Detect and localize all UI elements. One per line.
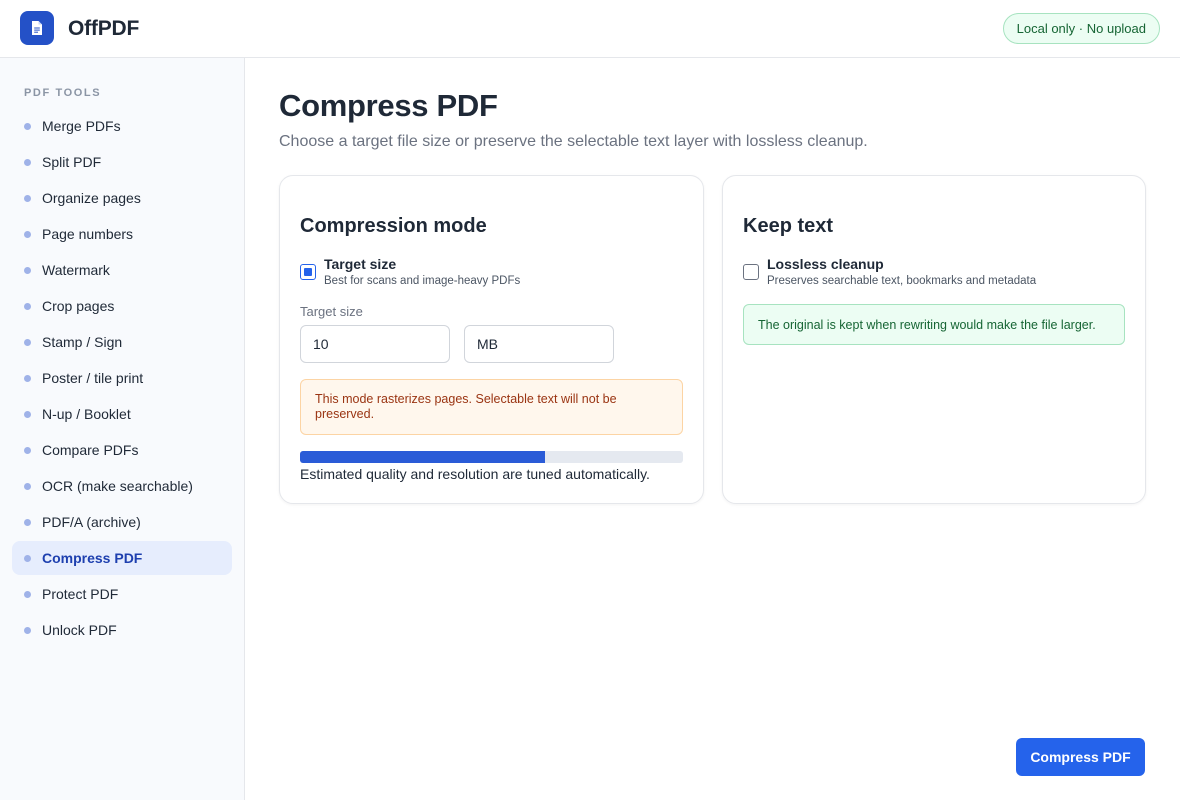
bullet-dot-icon [24, 482, 31, 490]
bullet-dot-icon [24, 338, 31, 346]
sidebar-item-merge-pdfs[interactable]: Merge PDFs [12, 109, 232, 143]
app-logo[interactable] [20, 11, 54, 45]
sidebar-item-label: Watermark [42, 262, 110, 278]
bullet-dot-icon [24, 266, 31, 274]
page-title: Compress PDF [279, 88, 498, 123]
sidebar-item-watermark[interactable]: Watermark [12, 253, 232, 287]
sidebar-item-ocr-make-searchable[interactable]: OCR (make searchable) [12, 469, 232, 503]
compression-mode-title: Compression mode [300, 215, 487, 237]
bullet-dot-icon [24, 302, 31, 310]
target-size-option-desc: Best for scans and image-heavy PDFs [324, 275, 521, 287]
sidebar-item-pdf-a-archive[interactable]: PDF/A (archive) [12, 505, 232, 539]
sidebar-item-crop-pages[interactable]: Crop pages [12, 289, 232, 323]
document-icon [32, 21, 42, 35]
bullet-dot-icon [24, 194, 31, 202]
bullet-dot-icon [24, 446, 31, 454]
target-size-option[interactable]: Target size Best for scans and image-hea… [300, 256, 520, 287]
keep-text-title: Keep text [743, 215, 834, 237]
sidebar-item-stamp-sign[interactable]: Stamp / Sign [12, 325, 232, 359]
target-size-label: Target size [300, 304, 363, 319]
sidebar-item-label: Compress PDF [42, 550, 143, 566]
page-subtitle: Choose a target file size or preserve th… [279, 133, 868, 150]
sidebar-item-split-pdf[interactable]: Split PDF [12, 145, 232, 179]
size-unit-select[interactable] [464, 325, 614, 363]
sidebar-item-label: Page numbers [42, 226, 134, 242]
lossless-cleanup-option-title: Lossless cleanup [767, 256, 884, 272]
lossless-cleanup-checkbox[interactable] [743, 264, 759, 280]
sidebar: PDF TOOLS Merge PDFs Split PDF Organize pa… [0, 58, 245, 800]
sidebar-nav: Merge PDFs Split PDF Organize pages Page nu… [12, 109, 232, 649]
sidebar-item-compress-pdf[interactable]: Compress PDF [12, 541, 232, 575]
bullet-dot-icon [24, 626, 31, 634]
sidebar-item-protect-pdf[interactable]: Protect PDF [12, 577, 232, 611]
sidebar-item-label: Stamp / Sign [42, 334, 123, 350]
bullet-dot-icon [24, 518, 31, 526]
sidebar-item-poster-tile-print[interactable]: Poster / tile print [12, 361, 232, 395]
sidebar-item-label: Merge PDFs [42, 118, 121, 134]
bullet-dot-icon [24, 374, 31, 382]
bullet-dot-icon [24, 122, 31, 130]
sidebar-item-label: Crop pages [42, 298, 115, 314]
keep-text-card: Keep text Lossless cleanup Preserves sea… [722, 175, 1146, 504]
main-content: Compress PDF Choose a target file size o… [245, 58, 1180, 800]
compression-mode-card: Compression mode Target size Best for sc… [279, 175, 704, 504]
estimate-note: Estimated quality and resolution are tun… [300, 466, 650, 482]
sidebar-item-label: Compare PDFs [42, 442, 139, 458]
bullet-dot-icon [24, 590, 31, 598]
bullet-dot-icon [24, 410, 31, 418]
sidebar-item-label: Poster / tile print [42, 370, 144, 386]
target-size-input[interactable] [300, 325, 450, 363]
bullet-dot-icon [24, 230, 31, 238]
sidebar-item-label: OCR (make searchable) [42, 478, 193, 494]
sidebar-heading: PDF TOOLS [24, 87, 102, 99]
original-kept-info: The original is kept when rewriting woul… [743, 304, 1125, 345]
sidebar-item-label: Protect PDF [42, 586, 119, 602]
sidebar-item-unlock-pdf[interactable]: Unlock PDF [12, 613, 232, 647]
local-only-badge: Local only · No upload [1002, 13, 1160, 44]
target-size-option-title: Target size [324, 256, 397, 272]
app-header: OffPDF Local only · No upload [0, 0, 1180, 58]
bullet-dot-icon [24, 554, 31, 562]
sidebar-item-label: Unlock PDF [42, 622, 117, 638]
estimate-progress-fill [300, 451, 546, 463]
sidebar-item-page-numbers[interactable]: Page numbers [12, 217, 232, 251]
estimate-progress-bar [300, 451, 683, 463]
compress-pdf-button[interactable]: Compress PDF [1016, 738, 1145, 776]
sidebar-item-n-up-booklet[interactable]: N-up / Booklet [12, 397, 232, 431]
bullet-dot-icon [24, 158, 31, 166]
target-size-checkbox[interactable] [300, 264, 316, 280]
sidebar-item-organize-pages[interactable]: Organize pages [12, 181, 232, 215]
sidebar-item-compare-pdfs[interactable]: Compare PDFs [12, 433, 232, 467]
sidebar-item-label: N-up / Booklet [42, 406, 131, 422]
app-title: OffPDF [68, 17, 140, 40]
lossless-cleanup-option-desc: Preserves searchable text, bookmarks and… [767, 275, 1037, 287]
rasterize-warning: This mode rasterizes pages. Selectable t… [300, 379, 683, 435]
sidebar-item-label: Split PDF [42, 154, 102, 170]
lossless-cleanup-option[interactable]: Lossless cleanup Preserves searchable te… [743, 256, 1036, 287]
sidebar-item-label: Organize pages [42, 190, 141, 206]
sidebar-item-label: PDF/A (archive) [42, 514, 141, 530]
